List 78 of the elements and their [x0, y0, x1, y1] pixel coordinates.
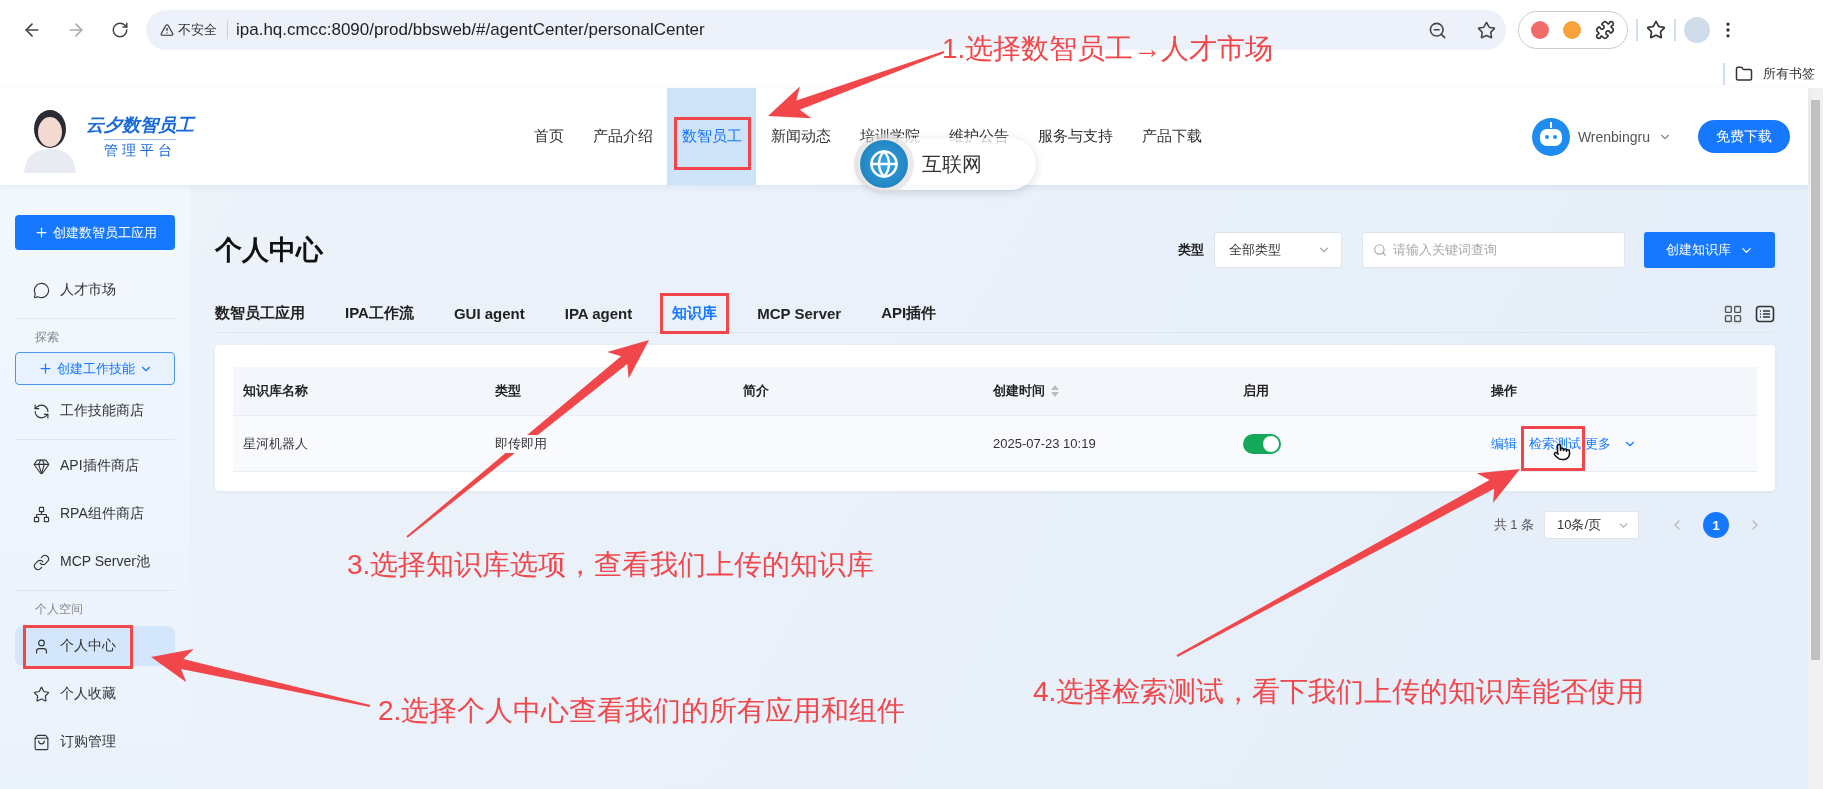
action-link[interactable]: 更多 — [1585, 434, 1611, 453]
reload-icon[interactable] — [111, 21, 129, 39]
user-icon — [33, 637, 50, 655]
sidebar-item[interactable]: 个人中心 — [15, 626, 175, 666]
table-cell-text: 2025-07-23 10:19 — [992, 436, 1097, 451]
logo-title: 云夕数智员工 — [86, 114, 194, 137]
star-icon — [33, 685, 50, 703]
puzzle-icon[interactable] — [1595, 20, 1615, 40]
sidebar-item[interactable]: 订购管理 — [15, 722, 175, 762]
sidebar-item[interactable]: RPA组件商店 — [15, 494, 175, 534]
extension-icon[interactable] — [1531, 21, 1549, 39]
column-header: 启用 — [1242, 382, 1270, 400]
link-icon — [33, 553, 50, 571]
table-cell: 即传即用 — [495, 434, 547, 453]
refresh-icon — [33, 402, 50, 420]
sidebar-item[interactable]: API插件商店 — [15, 446, 175, 486]
action-link[interactable]: 编辑 — [1491, 434, 1517, 453]
create-skill-dropdown[interactable]: 创建工作技能 — [15, 352, 175, 385]
sidebar-item[interactable]: 人才市场 — [15, 270, 175, 310]
diamond-icon — [33, 457, 50, 475]
user-name[interactable]: Wrenbingru — [1577, 128, 1650, 145]
tab[interactable]: MCP Server — [757, 305, 842, 322]
type-select[interactable]: 全部类型 — [1214, 232, 1342, 268]
bookmarks-folder[interactable]: 所有书签 — [1763, 65, 1815, 83]
enable-switch[interactable] — [1243, 433, 1281, 454]
annotation-text: 3.选择知识库选项，查看我们上传的知识库 — [347, 548, 875, 582]
sidebar-section-label: 个人空间 — [34, 601, 84, 618]
nav-item[interactable]: 首页 — [519, 88, 578, 185]
logo-subtitle: 管理平台 — [104, 139, 176, 160]
chat-icon — [33, 281, 50, 299]
network-icon — [33, 505, 50, 523]
folder-icon — [1735, 65, 1753, 83]
annotation-text: 4.选择检索测试，看下我们上传的知识库能否使用 — [1033, 675, 1645, 709]
security-indicator[interactable]: 不安全 — [160, 21, 228, 39]
tab[interactable]: API插件 — [881, 304, 937, 323]
robot-avatar-icon[interactable] — [1531, 117, 1570, 156]
star-icon[interactable] — [1646, 20, 1666, 40]
total-count: 共 1 条 — [1493, 516, 1534, 534]
extension-icon[interactable] — [1563, 21, 1581, 39]
column-header: 操作 — [1490, 382, 1518, 400]
tab[interactable]: IPA工作流 — [345, 304, 414, 323]
page-size-select[interactable]: 10条/页 — [1544, 511, 1639, 539]
url-text: ipa.hq.cmcc:8090/prod/bbsweb/#/agentCenter/personalCenter — [236, 20, 706, 40]
tab[interactable]: IPA agent — [564, 305, 633, 322]
search-icon — [1373, 243, 1387, 257]
tab[interactable]: 知识库 — [672, 304, 718, 323]
filter-label: 类型 — [1178, 241, 1204, 259]
list-view-icon[interactable] — [1755, 303, 1775, 324]
nav-item[interactable]: 产品介绍 — [578, 88, 667, 185]
sort-icon[interactable] — [1051, 385, 1059, 397]
scrollbar[interactable] — [1808, 88, 1823, 789]
page-title: 个人中心 — [215, 234, 323, 267]
column-header: 简介 — [742, 382, 770, 400]
bag-icon — [33, 733, 50, 751]
create-app-button[interactable]: 创建数智员工应用 — [15, 215, 175, 250]
zoom-out-icon[interactable] — [1428, 20, 1447, 40]
column-header: 类型 — [494, 382, 522, 400]
page-number[interactable]: 1 — [1703, 512, 1729, 538]
sidebar-item[interactable]: MCP Server池 — [15, 542, 175, 582]
sidebar-section-label: 探索 — [34, 329, 60, 346]
plus-icon — [37, 361, 53, 376]
plus-icon — [33, 225, 49, 240]
sidebar-item[interactable]: 个人收藏 — [15, 674, 175, 714]
tab[interactable]: 数智员工应用 — [215, 304, 305, 323]
grid-view-icon[interactable] — [1723, 303, 1743, 324]
nav-item[interactable]: 新闻动态 — [756, 88, 845, 185]
warning-icon — [160, 23, 174, 37]
column-header: 知识库名称 — [242, 382, 309, 400]
nav-item[interactable]: 产品下载 — [1127, 88, 1216, 185]
table-cell-text: 星河机器人 — [242, 434, 309, 453]
globe-icon — [869, 149, 899, 179]
bookmark-star-icon[interactable] — [1477, 20, 1496, 40]
download-button[interactable]: 免费下载 — [1698, 120, 1790, 153]
tab[interactable]: GUI agent — [453, 305, 525, 322]
create-knowledge-base-button[interactable]: 创建知识库 — [1644, 232, 1775, 268]
sidebar-item[interactable]: 工作技能商店 — [15, 391, 175, 431]
column-header[interactable]: 创建时间 — [983, 382, 1233, 400]
annotation-text: 2.选择个人中心查看我们的所有应用和组件 — [378, 694, 906, 728]
